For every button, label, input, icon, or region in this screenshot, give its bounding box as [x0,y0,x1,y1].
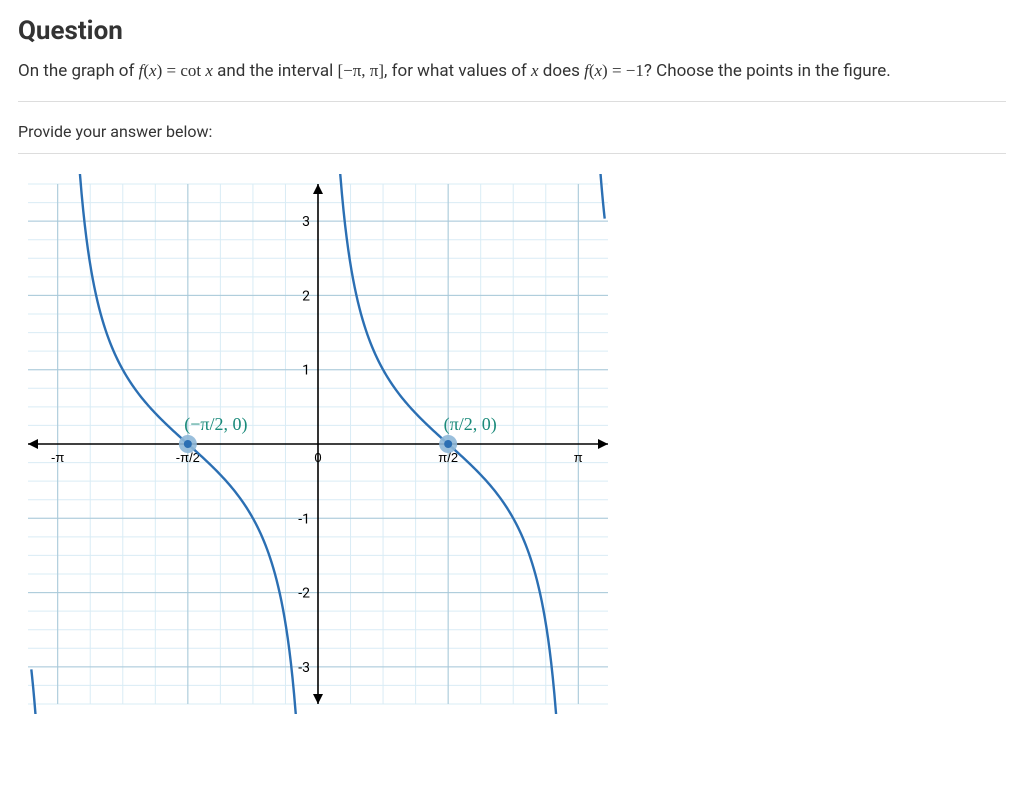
point-label: (−π/2, 0) [184,414,247,435]
svg-text:-3: -3 [298,659,310,675]
divider-2 [18,153,1006,154]
divider [18,101,1006,102]
answer-prompt: Provide your answer below: [18,122,1006,141]
cot-graph[interactable]: -3-2-1123-π-π/20π/2π(−π/2, 0)(π/2, 0) [18,174,1006,714]
question-heading: Question [18,16,1006,46]
point-label: (π/2, 0) [444,414,497,435]
svg-text:0: 0 [314,450,321,465]
svg-text:π: π [574,450,583,465]
svg-text:-2: -2 [298,585,310,601]
question-text: On the graph of f(x) = cot x and the int… [18,58,1006,85]
svg-text:-1: -1 [298,511,310,527]
svg-text:2: 2 [302,288,310,304]
svg-text:1: 1 [302,362,310,378]
svg-text:3: 3 [302,214,310,230]
svg-text:-π: -π [51,450,64,465]
